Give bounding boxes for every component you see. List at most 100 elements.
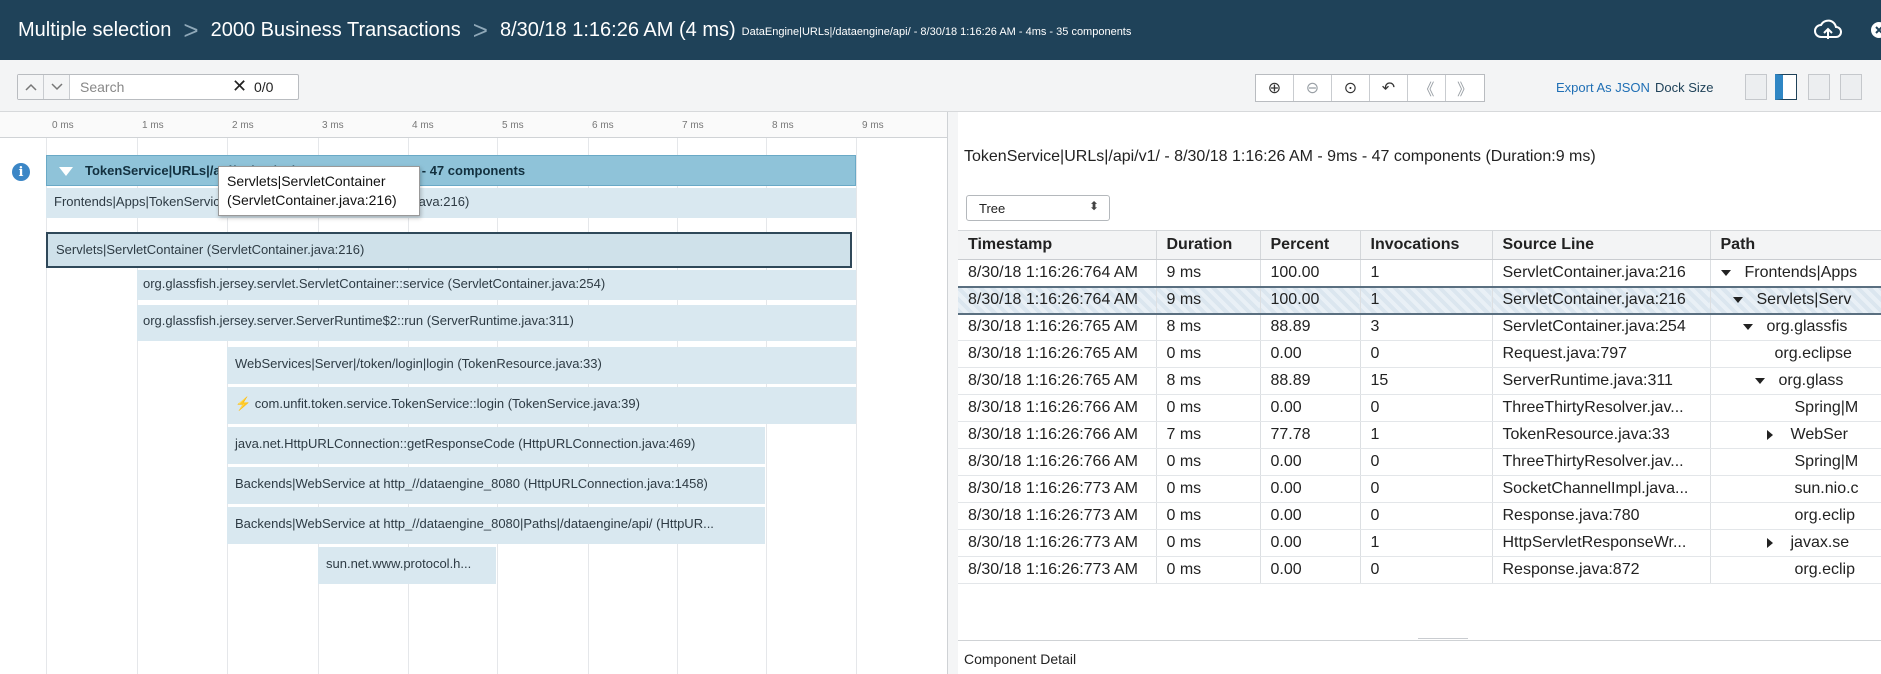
cell-source-line: ServletContainer.java:216	[1492, 259, 1711, 287]
column-header-duration[interactable]: Duration	[1156, 230, 1261, 260]
table-row-selected[interactable]: 8/30/18 1:16:26:764 AM 9 ms 100.00 1 Ser…	[958, 285, 1881, 315]
table-row[interactable]: 8/30/18 1:16:26:766 AM 0 ms 0.00 0 Three…	[958, 394, 1881, 422]
first-page-icon[interactable]: 《	[1408, 75, 1446, 101]
cell-duration: 0 ms	[1156, 340, 1261, 368]
path-label: javax.se	[1790, 534, 1850, 551]
cell-duration: 0 ms	[1156, 475, 1261, 503]
column-header-path[interactable]: Path	[1710, 230, 1881, 260]
column-header-invocations[interactable]: Invocations	[1360, 230, 1493, 260]
crosshair-icon[interactable]: ⊙	[1332, 75, 1370, 101]
table-row[interactable]: 8/30/18 1:16:26:773 AM 0 ms 0.00 0 Respo…	[958, 556, 1881, 584]
close-icon[interactable]	[1869, 18, 1881, 42]
dock-right-button[interactable]	[1808, 74, 1830, 100]
cell-path: Frontends|Apps	[1710, 259, 1881, 287]
cell-invocations: 1	[1360, 421, 1493, 449]
path-label: WebSer	[1790, 426, 1849, 443]
cell-source-line: Request.java:797	[1492, 340, 1711, 368]
ruler-tick: 1 ms	[142, 120, 164, 131]
cloud-upload-icon[interactable]	[1813, 18, 1843, 42]
cell-path: Servlets|Serv	[1710, 285, 1881, 315]
table-row[interactable]: 8/30/18 1:16:26:773 AM 0 ms 0.00 0 Respo…	[958, 502, 1881, 530]
table-row[interactable]: 8/30/18 1:16:26:773 AM 0 ms 0.00 0 Socke…	[958, 475, 1881, 503]
table-row[interactable]: 8/30/18 1:16:26:766 AM 0 ms 0.00 0 Three…	[958, 448, 1881, 476]
timeline-root-bar[interactable]: TokenService|URLs|/api/v1/ - 8/30/18 1:1…	[46, 155, 856, 186]
expanded-arrow-icon[interactable]	[1732, 296, 1743, 303]
column-header-percent[interactable]: Percent	[1260, 230, 1361, 260]
undo-icon[interactable]: ↶	[1370, 75, 1408, 101]
timeline-bar[interactable]: ⚡ com.unfit.token.service.TokenService::…	[227, 387, 856, 424]
timeline-bar[interactable]: WebServices|Server|/token/login|login (T…	[227, 347, 856, 384]
cell-timestamp: 8/30/18 1:16:26:773 AM	[958, 556, 1157, 584]
timeline-bar-selected[interactable]: Servlets|ServletContainer (ServletContai…	[46, 232, 852, 268]
cell-timestamp: 8/30/18 1:16:26:765 AM	[958, 340, 1157, 368]
dock-split-button[interactable]	[1775, 74, 1797, 100]
path-label: sun.nio.c	[1794, 480, 1859, 497]
zoom-in-icon[interactable]: ⊕	[1256, 75, 1294, 101]
timeline-bar[interactable]: Backends|WebService at http_//dataengine…	[227, 507, 765, 544]
cell-source-line: SocketChannelImpl.java...	[1492, 475, 1711, 503]
table-row[interactable]: 8/30/18 1:16:26:765 AM 8 ms 88.89 15 Ser…	[958, 367, 1881, 395]
timeline-bar[interactable]: org.glassfish.jersey.servlet.ServletCont…	[137, 270, 856, 300]
export-json-link[interactable]: Export As JSON	[1556, 80, 1650, 95]
expanded-arrow-icon[interactable]	[1720, 269, 1731, 276]
chevron-down-icon	[50, 83, 63, 91]
cell-invocations: 0	[1360, 394, 1493, 422]
cell-percent: 0.00	[1260, 502, 1361, 530]
ruler-tick: 9 ms	[862, 120, 884, 131]
clear-search-icon[interactable]: ✕	[232, 76, 247, 97]
table-row[interactable]: 8/30/18 1:16:26:765 AM 0 ms 0.00 0 Reque…	[958, 340, 1881, 368]
column-header-source-line[interactable]: Source Line	[1492, 230, 1711, 260]
path-label: org.eclip	[1794, 561, 1855, 578]
bar-tooltip: Servlets|ServletContainer (ServletContai…	[218, 166, 420, 216]
cell-path: org.glass	[1710, 367, 1881, 395]
title-actions	[1813, 0, 1881, 60]
cell-duration: 7 ms	[1156, 421, 1261, 449]
table-row[interactable]: 8/30/18 1:16:26:764 AM 9 ms 100.00 1 Ser…	[958, 259, 1881, 287]
cell-duration: 0 ms	[1156, 502, 1261, 530]
collapsed-arrow-icon[interactable]	[1766, 429, 1773, 440]
cell-timestamp: 8/30/18 1:16:26:773 AM	[958, 529, 1157, 557]
expanded-arrow-icon[interactable]	[1742, 324, 1753, 331]
timeline-bar[interactable]: Backends|WebService at http_//dataengine…	[227, 467, 765, 504]
previous-match-button[interactable]	[18, 75, 44, 99]
cell-timestamp: 8/30/18 1:16:26:766 AM	[958, 448, 1157, 476]
breadcrumb-business-transactions[interactable]: 2000 Business Transactions	[211, 19, 461, 42]
table-row[interactable]: 8/30/18 1:16:26:765 AM 8 ms 88.89 3 Serv…	[958, 313, 1881, 341]
cell-path: Spring|M	[1710, 448, 1881, 476]
cell-path: org.eclipse	[1710, 340, 1881, 368]
next-match-button[interactable]	[44, 75, 70, 99]
last-page-icon[interactable]: 》	[1446, 75, 1484, 101]
timeline-bar[interactable]: org.glassfish.jersey.server.ServerRuntim…	[137, 305, 856, 341]
collapsed-arrow-icon[interactable]	[1766, 537, 1773, 548]
cell-timestamp: 8/30/18 1:16:26:766 AM	[958, 394, 1157, 422]
component-detail-label: Component Detail	[964, 651, 1077, 667]
cell-path: Spring|M	[1710, 394, 1881, 422]
detail-pane: TokenService|URLs|/api/v1/ - 8/30/18 1:1…	[958, 112, 1881, 674]
timeline-bar[interactable]: java.net.HttpURLConnection::getResponseC…	[227, 427, 765, 464]
ruler-tick: 7 ms	[682, 120, 704, 131]
timeline-bar[interactable]: Frontends|Apps|TokenService|URLs|/api/v1…	[46, 188, 856, 218]
table-row[interactable]: 8/30/18 1:16:26:773 AM 0 ms 0.00 1 HttpS…	[958, 529, 1881, 557]
cell-duration: 8 ms	[1156, 367, 1261, 395]
cell-percent: 0.00	[1260, 556, 1361, 584]
dock-left-button[interactable]	[1745, 74, 1767, 100]
expanded-arrow-icon[interactable]	[1754, 377, 1765, 384]
timeline-bar[interactable]: sun.net.www.protocol.h...	[318, 547, 496, 584]
cell-path: org.glassfis	[1710, 313, 1881, 341]
zoom-out-icon[interactable]: ⊖	[1294, 75, 1332, 101]
breadcrumb-multiple-selection[interactable]: Multiple selection	[18, 19, 171, 42]
cell-source-line: ServletContainer.java:216	[1492, 285, 1711, 315]
dock-bottom-button[interactable]	[1840, 74, 1862, 100]
collapse-arrow-icon[interactable]	[59, 167, 73, 176]
cell-percent: 88.89	[1260, 367, 1361, 395]
breadcrumb-transaction-time: 8/30/18 1:16:26 AM (4 ms)	[499, 18, 736, 41]
ruler-tick: 4 ms	[412, 120, 434, 131]
pane-splitter[interactable]	[948, 112, 958, 674]
info-icon[interactable]: i	[12, 163, 30, 181]
view-mode-select[interactable]: Tree ⬍	[966, 195, 1110, 221]
cell-source-line: HttpServletResponseWr...	[1492, 529, 1711, 557]
path-label: Spring|M	[1794, 399, 1859, 416]
table-row[interactable]: 8/30/18 1:16:26:766 AM 7 ms 77.78 1 Toke…	[958, 421, 1881, 449]
cell-duration: 9 ms	[1156, 285, 1261, 315]
column-header-timestamp[interactable]: Timestamp	[958, 230, 1157, 260]
